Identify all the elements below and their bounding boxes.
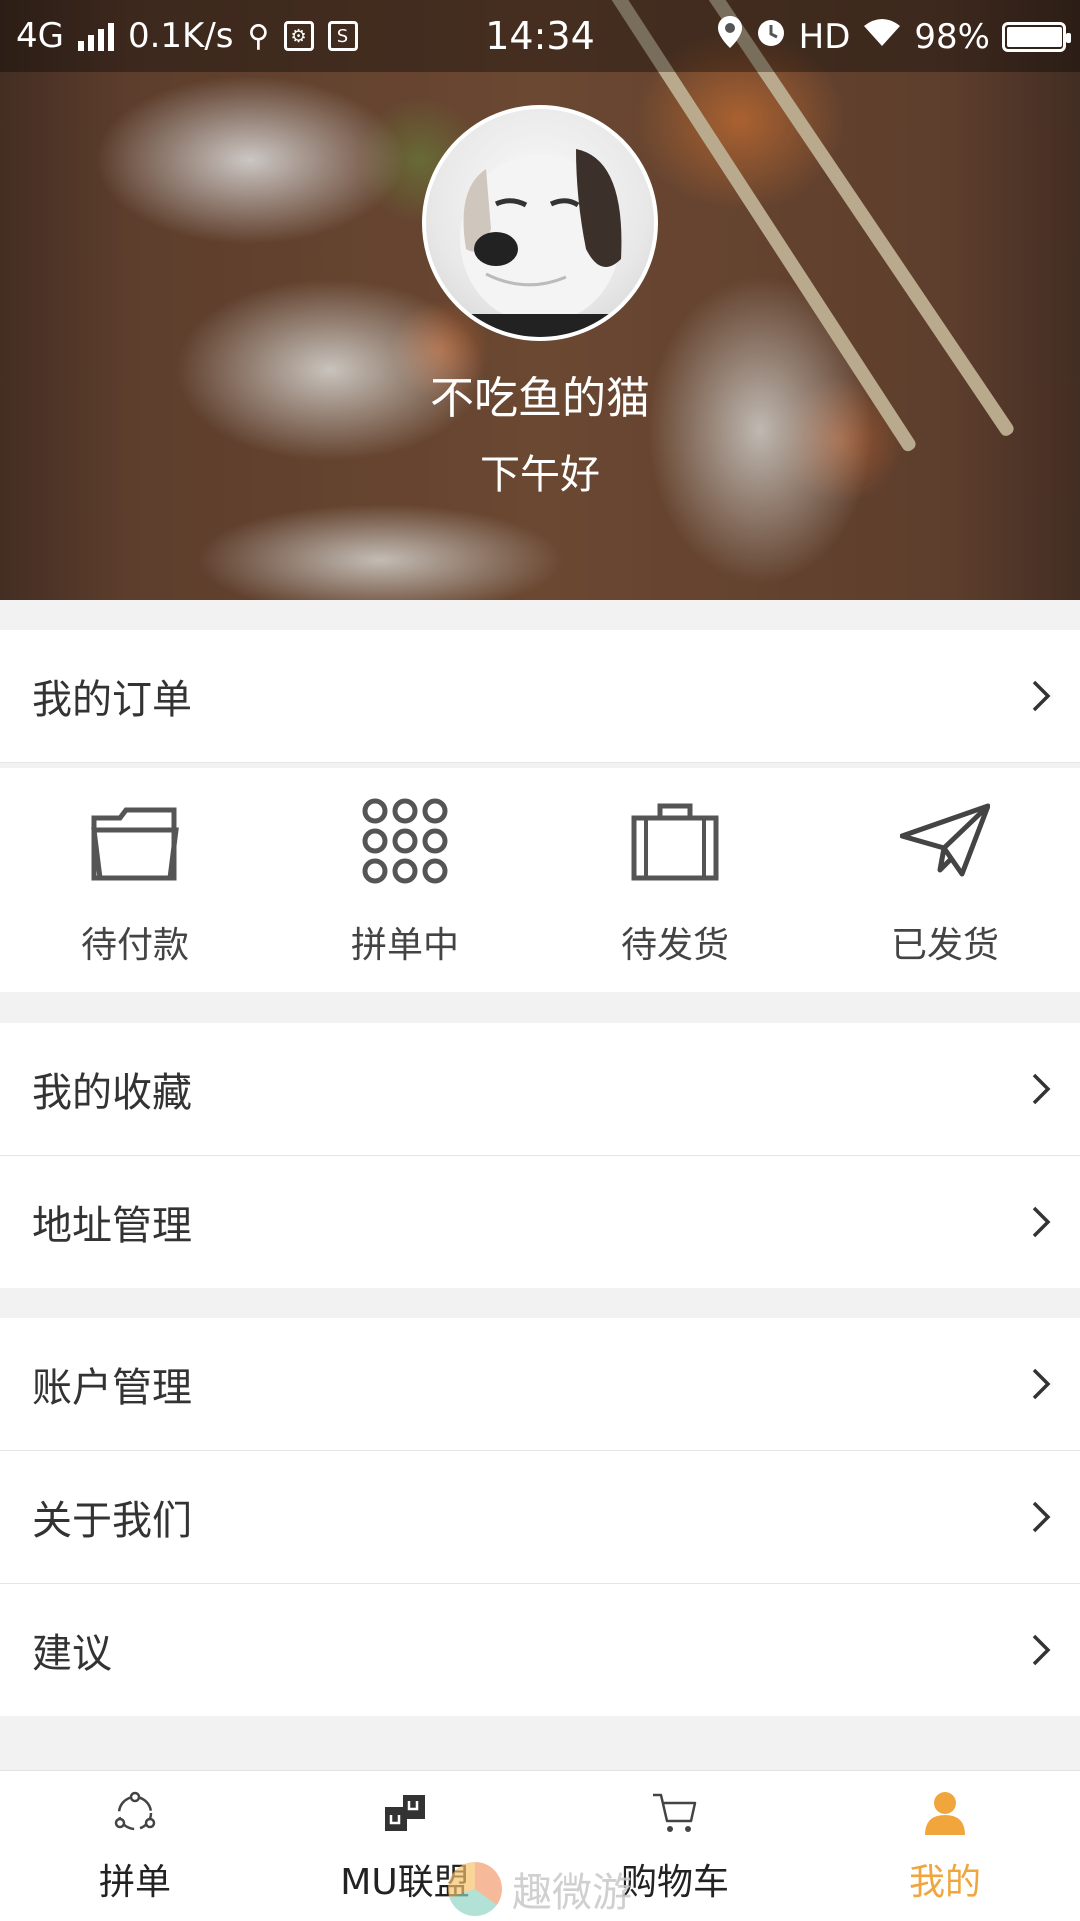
wifi-icon [862, 17, 902, 57]
suggestion-label: 建议 [32, 1631, 112, 1677]
chevron-right-icon [1032, 1501, 1051, 1533]
order-shipped[interactable]: 已发货 [810, 768, 1080, 992]
tab-group-order[interactable]: 拼单 [0, 1771, 270, 1921]
favorites-row[interactable]: 我的收藏 [0, 1023, 1080, 1155]
account-row[interactable]: 账户管理 [0, 1318, 1080, 1450]
greeting: 下午好 [480, 452, 600, 498]
alarm-icon [755, 16, 787, 57]
briefcase-icon [631, 803, 719, 881]
battery-percent: 98% [914, 16, 990, 57]
avatar[interactable] [422, 105, 658, 341]
chevron-right-icon [1032, 1368, 1051, 1400]
username: 不吃鱼的猫 [430, 373, 650, 424]
chevron-right-icon [1032, 1634, 1051, 1666]
hd-badge: HD [798, 16, 851, 57]
order-status-bar: 待付款 拼单中 待发货 已发货 [0, 768, 1080, 992]
chevron-right-icon [1032, 680, 1051, 712]
my-orders-label: 我的订单 [32, 677, 192, 723]
watermark-logo-icon [448, 1862, 502, 1916]
about-label: 关于我们 [32, 1498, 192, 1544]
puppy-avatar-icon [426, 149, 654, 337]
cart-icon [653, 1793, 697, 1832]
favorites-label: 我的收藏 [32, 1070, 192, 1116]
suggestion-row[interactable]: 建议 [0, 1584, 1080, 1716]
folder-icon [91, 807, 179, 881]
address-row[interactable]: 地址管理 [0, 1156, 1080, 1288]
chevron-right-icon [1032, 1073, 1051, 1105]
account-label: 账户管理 [32, 1365, 192, 1411]
status-bar: 4G 0.1K/s ⚲ ⚙ S 14:34 HD 98% [0, 0, 1080, 72]
about-row[interactable]: 关于我们 [0, 1451, 1080, 1583]
address-label: 地址管理 [32, 1203, 192, 1249]
order-pending-payment[interactable]: 待付款 [0, 768, 270, 992]
group-icon [114, 1791, 156, 1831]
order-group-buying[interactable]: 拼单中 [270, 768, 540, 992]
paper-plane-icon [900, 803, 990, 877]
tab-mine[interactable]: 我的 [810, 1771, 1080, 1921]
location-icon [717, 16, 743, 57]
my-orders-row[interactable]: 我的订单 [0, 630, 1080, 762]
watermark: 趣微游 [448, 1860, 632, 1918]
grid-dots-icon [362, 798, 448, 884]
mu-alliance-icon [385, 1795, 425, 1831]
order-awaiting-shipment[interactable]: 待发货 [540, 768, 810, 992]
user-icon [925, 1792, 965, 1835]
battery-icon [1002, 21, 1071, 52]
chevron-right-icon [1032, 1206, 1051, 1238]
